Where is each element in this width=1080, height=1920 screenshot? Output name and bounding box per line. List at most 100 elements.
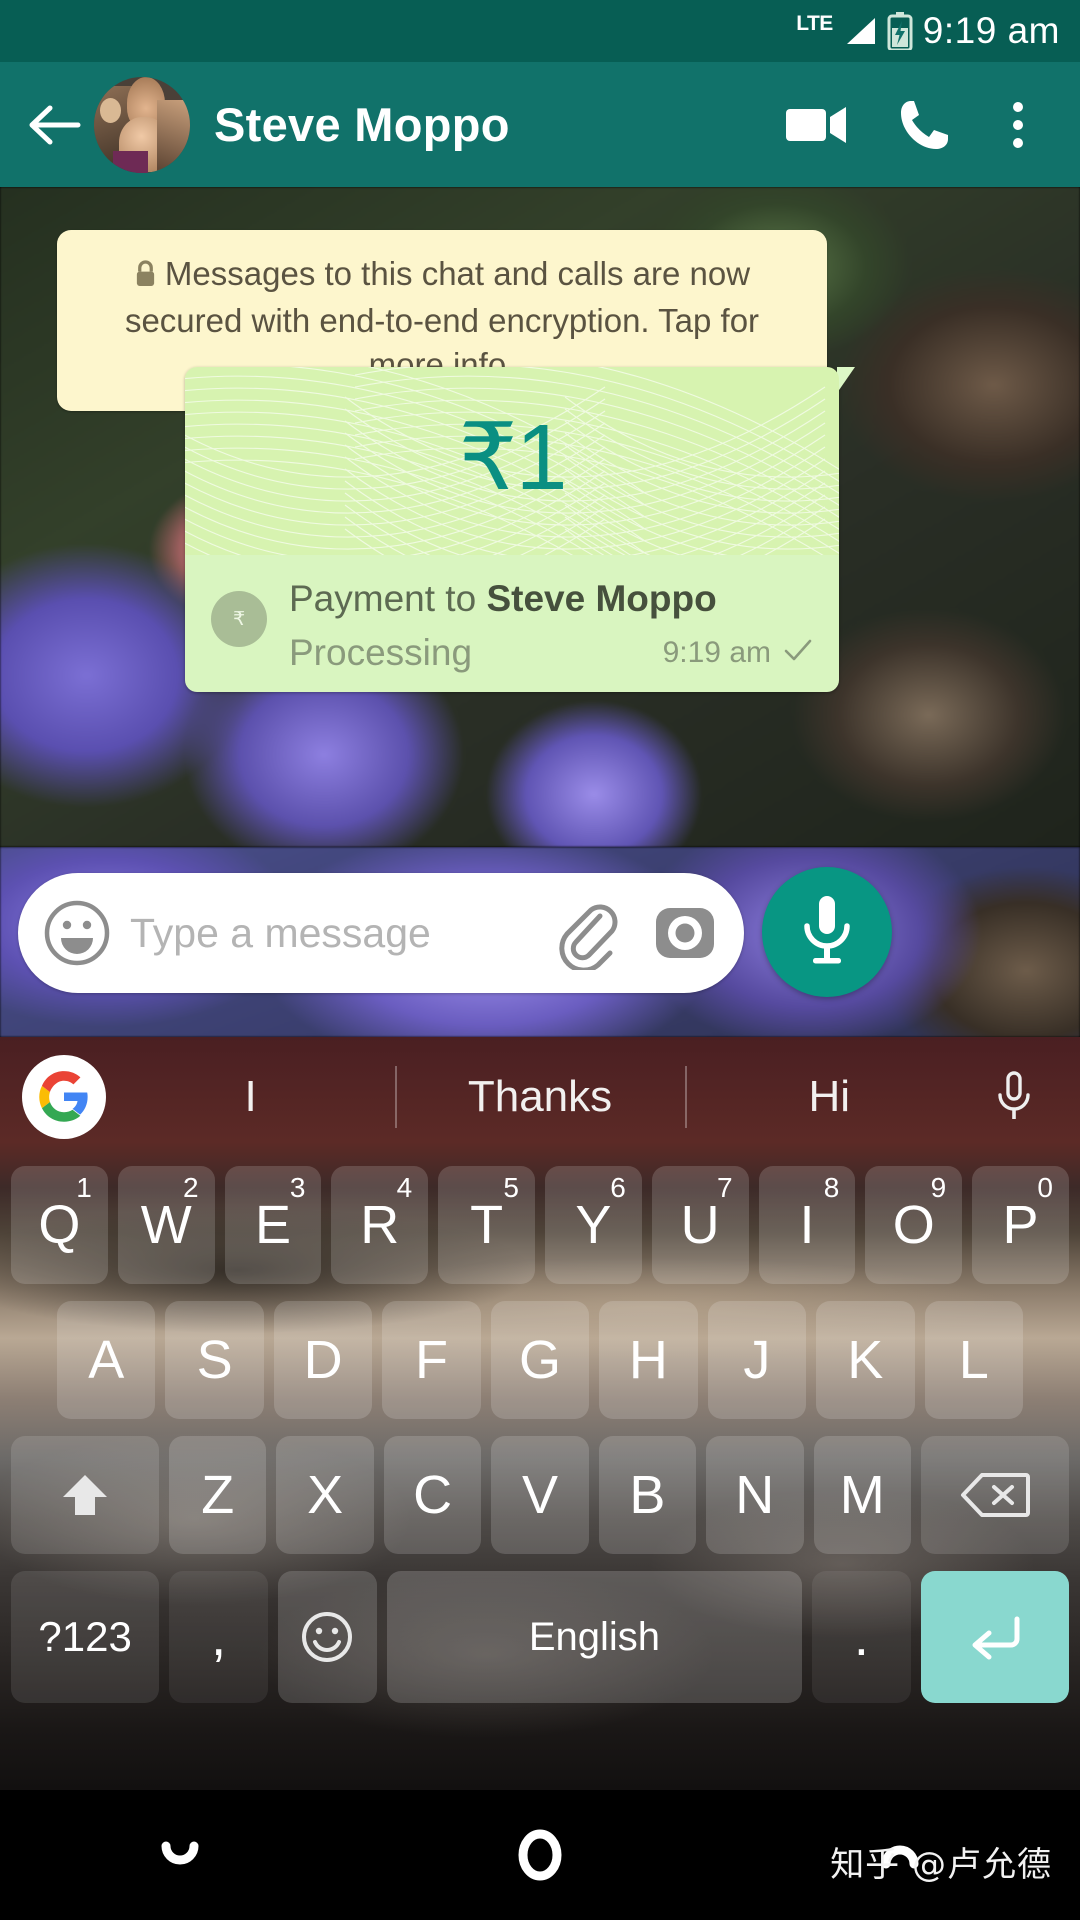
key-z[interactable]: Z bbox=[169, 1435, 267, 1554]
key-label: Y bbox=[575, 1194, 612, 1255]
page-title[interactable]: Steve Moppo bbox=[214, 97, 762, 152]
app-bar-actions bbox=[762, 70, 1058, 180]
keyboard-row-1: 1Q 2W 3E 4R 5T 6Y 7U 8I 9O 0P bbox=[0, 1157, 1080, 1292]
key-label: D bbox=[303, 1329, 343, 1390]
emoji-smiley-icon[interactable] bbox=[278, 1571, 377, 1703]
key-w[interactable]: 2W bbox=[117, 1165, 215, 1284]
keyboard-row-2: A S D F G H J K L bbox=[0, 1292, 1080, 1427]
key-label: J bbox=[743, 1329, 771, 1390]
video-call-icon[interactable] bbox=[762, 70, 870, 180]
chat-message-area: Messages to this chat and calls are now … bbox=[0, 187, 1080, 847]
key-d[interactable]: D bbox=[273, 1300, 373, 1419]
keyboard-row-3: Z X C V B N M bbox=[0, 1427, 1080, 1562]
nav-back-icon[interactable] bbox=[0, 1832, 360, 1878]
key-label: F bbox=[415, 1329, 449, 1390]
paperclip-icon[interactable] bbox=[548, 896, 622, 973]
key-label: ?123 bbox=[38, 1613, 132, 1660]
key-number: 5 bbox=[503, 1171, 519, 1203]
payment-message-bubble[interactable]: ₹1 ₹ Payment to Steve Moppo Processing 9… bbox=[185, 367, 855, 692]
key-label: E bbox=[254, 1194, 291, 1255]
key-label: Z bbox=[201, 1464, 235, 1525]
key-label: N bbox=[735, 1464, 775, 1525]
key-label: O bbox=[892, 1194, 935, 1255]
suggestion-chip[interactable]: Hi bbox=[684, 1037, 974, 1157]
key-label: M bbox=[839, 1464, 885, 1525]
payment-status-row: Processing 9:19 am bbox=[289, 632, 813, 674]
key-label: H bbox=[628, 1329, 668, 1390]
key-p[interactable]: 0P bbox=[972, 1165, 1069, 1284]
message-input-field[interactable]: Type a message bbox=[18, 873, 744, 993]
symbols-key[interactable]: ?123 bbox=[11, 1571, 160, 1703]
status-bar: LTE 9:19 am bbox=[0, 0, 1080, 62]
key-c[interactable]: C bbox=[383, 1435, 482, 1554]
key-label: V bbox=[521, 1464, 558, 1525]
key-label: U bbox=[680, 1194, 720, 1255]
key-y[interactable]: 6Y bbox=[544, 1165, 642, 1284]
phone-screen: LTE 9:19 am Steve Moppo Messages to this… bbox=[0, 0, 1080, 1920]
message-input-bar: Type a message bbox=[0, 847, 1080, 1037]
emoji-smiley-icon[interactable] bbox=[42, 898, 112, 968]
payment-amount-panel: ₹1 bbox=[185, 367, 839, 555]
key-l[interactable]: L bbox=[924, 1300, 1023, 1419]
space-key[interactable]: English bbox=[386, 1571, 802, 1703]
more-vert-icon[interactable] bbox=[978, 70, 1058, 180]
key-h[interactable]: H bbox=[599, 1300, 698, 1419]
key-f[interactable]: F bbox=[382, 1300, 481, 1419]
key-number: 0 bbox=[1037, 1171, 1053, 1203]
system-navigation-bar: 知乎 @卢允德 bbox=[0, 1790, 1080, 1920]
suggestion-chip[interactable]: I bbox=[106, 1037, 395, 1157]
key-n[interactable]: N bbox=[706, 1435, 804, 1554]
key-i[interactable]: 8I bbox=[758, 1165, 856, 1284]
network-type-label: LTE bbox=[796, 12, 833, 35]
key-a[interactable]: A bbox=[57, 1300, 156, 1419]
search-input-placeholder[interactable]: Type a message bbox=[130, 910, 548, 957]
enter-return-icon[interactable] bbox=[920, 1571, 1070, 1703]
key-q[interactable]: 1Q bbox=[11, 1165, 108, 1284]
key-r[interactable]: 4R bbox=[331, 1165, 429, 1284]
key-s[interactable]: S bbox=[165, 1300, 264, 1419]
key-label: B bbox=[629, 1464, 666, 1525]
suggestion-chip[interactable]: Thanks bbox=[395, 1037, 684, 1157]
google-g-logo-icon[interactable] bbox=[22, 1055, 106, 1139]
message-meta: 9:19 am bbox=[663, 636, 813, 674]
key-k[interactable]: K bbox=[816, 1300, 915, 1419]
key-j[interactable]: J bbox=[707, 1300, 807, 1419]
key-label: X bbox=[307, 1464, 344, 1525]
key-o[interactable]: 9O bbox=[865, 1165, 963, 1284]
shift-up-icon[interactable] bbox=[11, 1435, 160, 1554]
key-g[interactable]: G bbox=[490, 1300, 590, 1419]
battery-charging-icon bbox=[887, 12, 913, 52]
nav-home-icon[interactable] bbox=[360, 1827, 720, 1883]
voice-input-icon[interactable] bbox=[974, 1069, 1054, 1125]
key-number: 6 bbox=[610, 1171, 626, 1203]
voice-record-button[interactable] bbox=[762, 867, 892, 997]
key-m[interactable]: M bbox=[813, 1435, 911, 1554]
avatar[interactable] bbox=[94, 76, 190, 173]
bubble-tail bbox=[837, 367, 855, 393]
chat-app-bar: Steve Moppo bbox=[0, 62, 1080, 187]
key-b[interactable]: B bbox=[598, 1435, 697, 1554]
key-e[interactable]: 3E bbox=[224, 1165, 322, 1284]
keyboard-row-4: ?123 , English . bbox=[0, 1562, 1080, 1712]
key-x[interactable]: X bbox=[276, 1435, 374, 1554]
key-label: S bbox=[196, 1329, 233, 1390]
key-v[interactable]: V bbox=[491, 1435, 589, 1554]
key-number: 8 bbox=[823, 1171, 840, 1203]
phone-call-icon[interactable] bbox=[870, 70, 978, 180]
key-u[interactable]: 7U bbox=[651, 1165, 749, 1284]
suggestion-strip: I Thanks Hi bbox=[0, 1037, 1080, 1157]
key-label: C bbox=[413, 1464, 453, 1525]
back-arrow-icon[interactable] bbox=[22, 94, 84, 156]
camera-icon[interactable] bbox=[652, 900, 718, 966]
key-period[interactable]: . bbox=[811, 1571, 911, 1703]
watermark: 知乎 @卢允德 bbox=[830, 1845, 1052, 1885]
payment-recipient-line: Payment to Steve Moppo bbox=[289, 575, 813, 624]
single-check-icon bbox=[783, 638, 813, 667]
key-t[interactable]: 5T bbox=[438, 1165, 535, 1284]
backspace-icon[interactable] bbox=[920, 1435, 1069, 1554]
signal-bars-icon bbox=[843, 16, 877, 46]
microphone-icon bbox=[799, 892, 855, 973]
key-label: W bbox=[140, 1194, 192, 1255]
key-comma[interactable]: , bbox=[169, 1571, 269, 1703]
payment-text-lines: Payment to Steve Moppo Processing 9:19 a… bbox=[289, 575, 813, 674]
